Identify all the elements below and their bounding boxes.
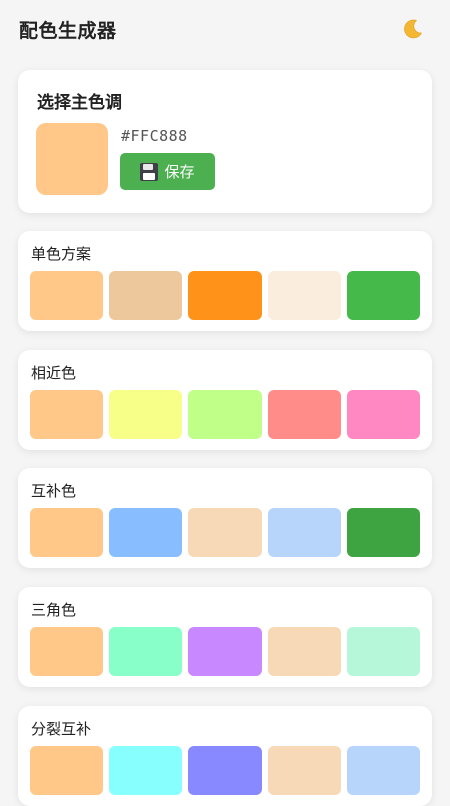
base-color-swatch[interactable]: [36, 123, 108, 195]
scheme-title: 互补色: [31, 482, 77, 500]
color-swatch[interactable]: [346, 627, 421, 676]
scheme-card: 单色方案: [18, 231, 432, 331]
color-swatch[interactable]: [267, 271, 341, 320]
scheme-card: 互补色: [18, 468, 432, 568]
color-swatch[interactable]: [109, 390, 183, 439]
swatch-row: [30, 390, 421, 439]
color-swatch[interactable]: [30, 390, 104, 439]
color-swatch[interactable]: [109, 508, 183, 557]
hex-value: #FFC888: [121, 127, 188, 145]
color-swatch[interactable]: [267, 627, 341, 676]
scheme-title: 相近色: [31, 364, 77, 382]
base-color-title: 选择主色调: [37, 93, 122, 113]
color-swatch[interactable]: [346, 271, 421, 320]
scheme-card: 三角色: [18, 587, 432, 687]
color-swatch[interactable]: [267, 390, 341, 439]
swatch-row: [30, 271, 421, 320]
color-swatch[interactable]: [267, 508, 341, 557]
scheme-title: 三角色: [31, 601, 77, 619]
color-swatch[interactable]: [188, 390, 262, 439]
color-swatch[interactable]: [267, 746, 341, 795]
page-title: 配色生成器: [19, 20, 117, 42]
app-header: 配色生成器: [0, 12, 450, 48]
color-swatch[interactable]: [30, 627, 104, 676]
scheme-card: 相近色: [18, 350, 432, 450]
swatch-row: [30, 627, 421, 676]
save-button[interactable]: 保存: [120, 153, 215, 190]
color-swatch[interactable]: [188, 508, 262, 557]
color-swatch[interactable]: [346, 390, 421, 439]
color-swatch[interactable]: [188, 271, 262, 320]
moon-icon: [404, 19, 423, 39]
color-swatch[interactable]: [30, 271, 104, 320]
color-swatch[interactable]: [346, 508, 421, 557]
scheme-card: 分裂互补: [18, 706, 432, 806]
swatch-row: [30, 746, 421, 795]
base-color-card: 选择主色调 #FFC888 保存: [18, 70, 432, 213]
color-swatch[interactable]: [109, 746, 183, 795]
color-swatch[interactable]: [188, 627, 262, 676]
floppy-disk-icon: [140, 162, 159, 181]
color-swatch[interactable]: [109, 627, 183, 676]
scheme-title: 单色方案: [31, 245, 92, 263]
save-button-label: 保存: [164, 163, 195, 181]
color-swatch[interactable]: [109, 271, 183, 320]
color-swatch[interactable]: [30, 746, 104, 795]
color-swatch[interactable]: [346, 746, 421, 795]
theme-toggle-button[interactable]: [398, 14, 428, 44]
color-swatch[interactable]: [30, 508, 104, 557]
scheme-title: 分裂互补: [31, 720, 92, 738]
swatch-row: [30, 508, 421, 557]
color-swatch[interactable]: [188, 746, 262, 795]
